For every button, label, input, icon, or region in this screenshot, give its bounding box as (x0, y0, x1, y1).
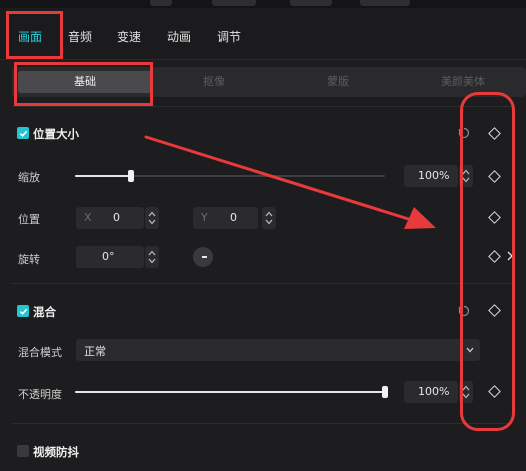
opacity-stepper[interactable] (459, 381, 473, 403)
blend-title: 混合 (33, 305, 56, 319)
position-y-value: 0 (230, 211, 237, 224)
tab-speed[interactable]: 变速 (117, 28, 141, 45)
tab-animation[interactable]: 动画 (167, 28, 191, 45)
stepper-down-icon (462, 177, 470, 183)
blend-mode-label: 混合模式 (18, 346, 62, 359)
position-y-field[interactable]: Y 0 (193, 207, 258, 229)
position-keyframe-diamond-icon[interactable] (488, 211, 501, 224)
blend-mode-select[interactable]: 正常 (76, 339, 480, 361)
sub-tabs: 基础 抠像 蒙版 美颜美体 (12, 67, 526, 97)
subtab-basic[interactable]: 基础 (18, 71, 152, 93)
scale-value: 100% (418, 169, 450, 182)
blend-checkbox[interactable] (17, 305, 29, 317)
blend-keyframe-diamond-icon[interactable] (488, 304, 501, 317)
subtab-beauty[interactable]: 美颜美体 (400, 67, 526, 97)
stepper-down-icon (148, 258, 156, 264)
divider (12, 423, 512, 424)
stabilize-checkbox[interactable] (17, 445, 29, 457)
position-label: 位置 (18, 213, 40, 226)
opacity-label: 不透明度 (18, 388, 62, 401)
scale-slider-fill (75, 175, 131, 177)
tab-audio[interactable]: 音频 (68, 28, 92, 45)
position-x-field[interactable]: X 0 (76, 207, 144, 229)
stepper-up-icon (148, 211, 156, 217)
blend-mode-value: 正常 (84, 345, 106, 358)
position-size-checkbox[interactable] (17, 127, 29, 139)
toolbar-chip (360, 0, 410, 6)
scale-keyframe-diamond-icon[interactable] (488, 170, 501, 183)
scale-value-field[interactable]: 100% (404, 165, 458, 187)
rotate-field[interactable]: 0° (76, 246, 144, 268)
position-y-stepper[interactable] (262, 207, 276, 229)
tab-adjust[interactable]: 调节 (217, 28, 241, 45)
toolbar-chip (150, 0, 172, 6)
opacity-slider[interactable] (75, 391, 385, 393)
opacity-keyframe-diamond-icon[interactable] (488, 385, 501, 398)
opacity-slider-fill (75, 391, 385, 393)
stepper-down-icon (265, 219, 273, 225)
property-tabs: 画面 音频 变速 动画 调节 (0, 8, 526, 60)
stepper-up-icon (462, 385, 470, 391)
check-icon (19, 308, 27, 315)
opacity-slider-thumb[interactable] (382, 386, 388, 398)
stepper-up-icon (148, 250, 156, 256)
rotation-dial-icon[interactable] (193, 247, 213, 267)
stepper-up-icon (265, 211, 273, 217)
position-x-stepper[interactable] (145, 207, 159, 229)
position-size-title: 位置大小 (33, 127, 79, 141)
opacity-value: 100% (418, 385, 450, 398)
rotate-stepper[interactable] (145, 246, 159, 268)
scale-label: 缩放 (18, 171, 40, 184)
stepper-up-icon (462, 169, 470, 175)
scale-slider[interactable] (75, 175, 385, 177)
chevron-right-icon[interactable] (506, 251, 514, 261)
rotate-value: 0° (102, 250, 115, 263)
top-toolbar-strip (0, 0, 526, 8)
rotate-label: 旋转 (18, 253, 40, 266)
stabilize-title: 视频防抖 (33, 445, 79, 459)
divider (12, 106, 512, 107)
position-size-keyframe-diamond-icon[interactable] (488, 127, 501, 140)
toolbar-chip (290, 0, 332, 6)
scale-slider-thumb[interactable] (127, 170, 134, 182)
subtab-mask[interactable]: 蒙版 (276, 67, 400, 97)
dial-needle (202, 256, 207, 258)
y-prefix: Y (201, 211, 208, 224)
stepper-down-icon (462, 393, 470, 399)
x-prefix: X (84, 211, 92, 224)
opacity-value-field[interactable]: 100% (404, 381, 458, 403)
reset-icon[interactable] (458, 305, 470, 317)
divider (12, 283, 512, 284)
position-x-value: 0 (113, 211, 120, 224)
tab-picture[interactable]: 画面 (18, 28, 42, 45)
check-icon (19, 130, 27, 137)
stepper-down-icon (148, 219, 156, 225)
reset-icon[interactable] (458, 127, 470, 139)
toolbar-chip (212, 0, 256, 6)
chevron-down-icon (466, 347, 474, 353)
subtab-matting[interactable]: 抠像 (152, 67, 276, 97)
rotate-keyframe-diamond-icon[interactable] (488, 250, 501, 263)
scale-stepper[interactable] (459, 165, 473, 187)
